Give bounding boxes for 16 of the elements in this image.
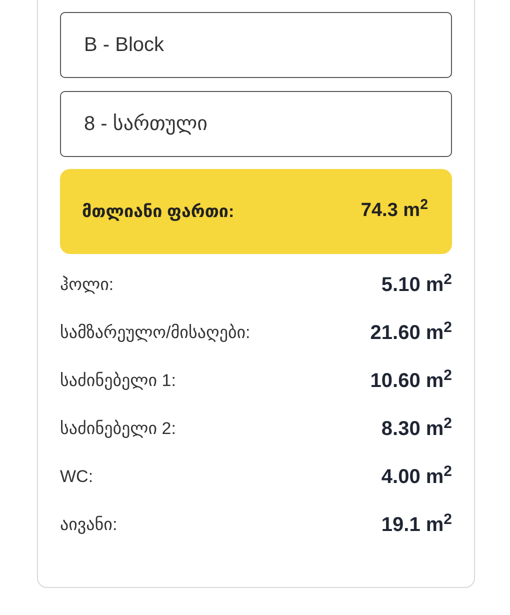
room-area: 21.60 m$^{2}$: [370, 318, 452, 348]
room-area: 5.10 m$^{2}$: [381, 270, 452, 300]
select-field[interactable]: B - Block: [60, 12, 452, 78]
room-label: საძინებელი 2:: [60, 418, 176, 440]
room-label: საძინებელი 1:: [60, 370, 176, 392]
room-area: 4.00 m$^{2}$: [381, 462, 452, 492]
total-area-label: მთლიანი ფართი:: [82, 200, 234, 223]
room-label: სამზარეულო/მისაღები:: [60, 322, 250, 344]
total-area-value: 74.3 m$^{2}$: [360, 197, 428, 224]
room-area: 10.60 m$^{2}$: [370, 366, 452, 396]
room-area: 19.1 m$^{2}$: [381, 510, 452, 540]
room-area: 8.30 m$^{2}$: [381, 414, 452, 444]
room-label: აივანი:: [60, 514, 118, 536]
room-label: ჰოლი:: [60, 274, 114, 296]
room-label: WC:: [60, 466, 94, 488]
select-field[interactable]: 8 - სართული: [60, 91, 452, 157]
